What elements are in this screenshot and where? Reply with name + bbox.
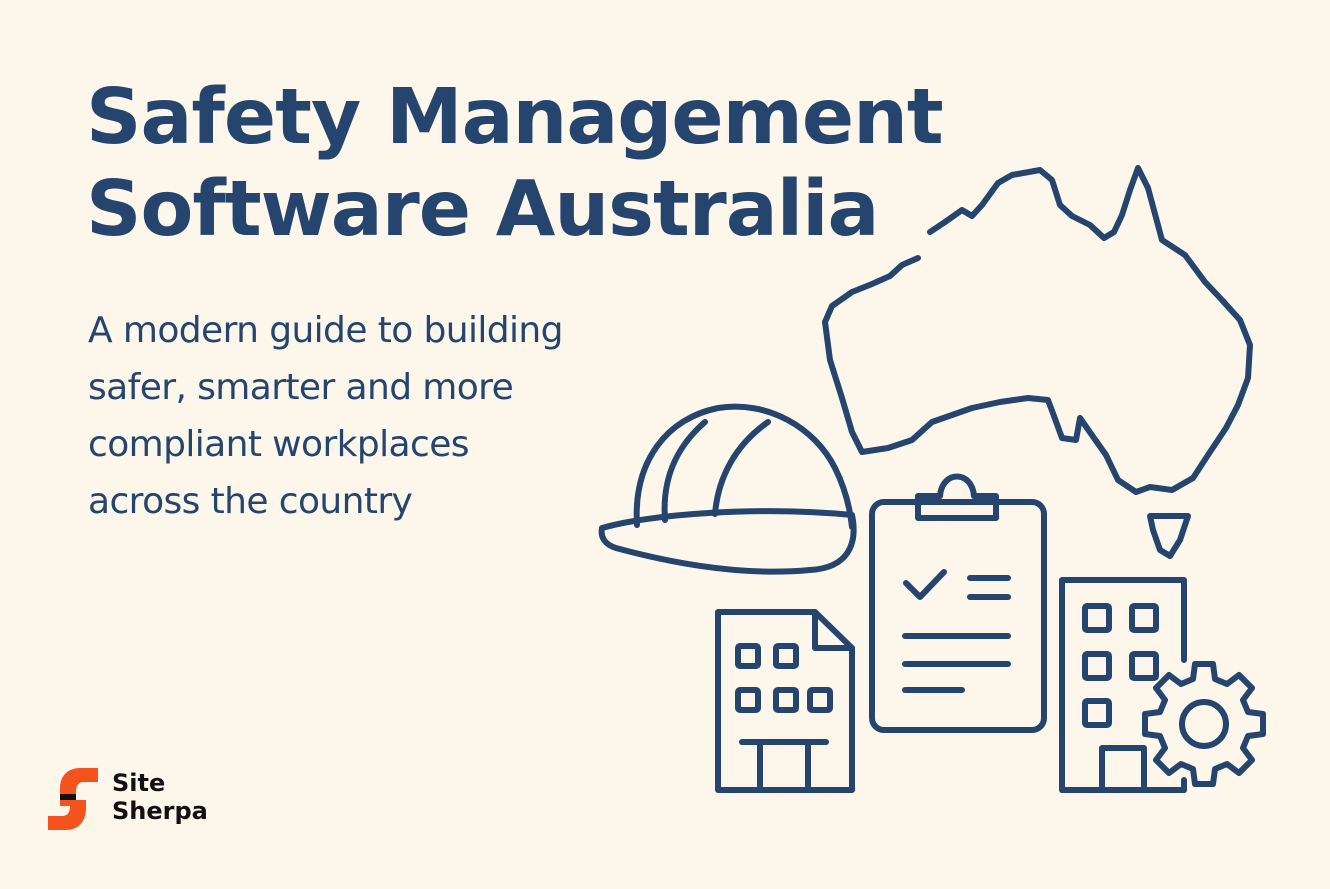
brand-line-2: Sherpa xyxy=(112,797,208,825)
site-sherpa-wordmark: Site Sherpa xyxy=(112,769,208,825)
hard-hat-icon xyxy=(598,403,857,575)
site-sherpa-logo-icon xyxy=(48,768,98,830)
australia-map-icon xyxy=(822,165,1253,559)
illustration xyxy=(598,165,1266,793)
tasmania-shape xyxy=(1147,513,1191,559)
brand-line-1: Site xyxy=(112,769,166,797)
gear-icon xyxy=(1142,661,1266,787)
site-sherpa-logo: Site Sherpa xyxy=(46,766,221,832)
building-document-icon xyxy=(715,609,855,793)
clipboard-checklist-icon xyxy=(869,473,1047,733)
